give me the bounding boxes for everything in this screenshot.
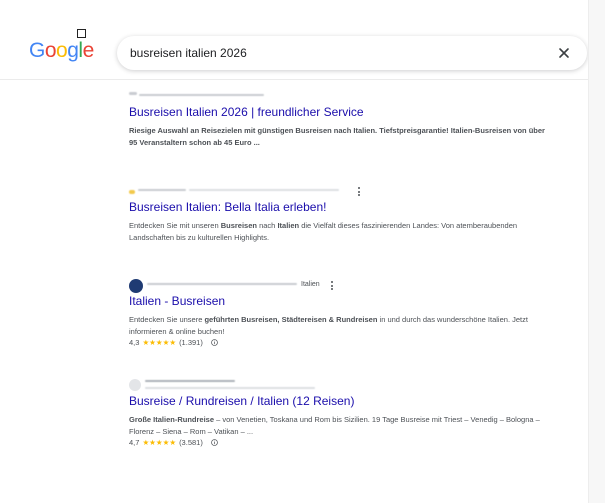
logo-letter: o — [44, 39, 57, 62]
blurred-site-name — [138, 189, 186, 191]
search-result: Italien Italien - Busreisen Entdecken Si… — [129, 278, 549, 347]
search-box[interactable] — [117, 36, 587, 70]
blurred-url — [145, 387, 315, 389]
site-favicon — [129, 379, 141, 391]
snippet-segment: Entdecken Sie mit unseren — [129, 221, 221, 230]
result-title-link[interactable]: Busreise / Rundreisen / Italien (12 Reis… — [129, 394, 549, 409]
result-title-link[interactable]: Italien - Busreisen — [129, 294, 549, 309]
rating-value: 4,3 — [129, 338, 140, 347]
result-snippet: Große Italien-Rundreise – von Venetien, … — [129, 414, 549, 437]
blurred-favicon — [129, 92, 137, 95]
snippet-segment: Große Italien-Rundreise — [129, 415, 215, 424]
result-title-link[interactable]: Busreisen Italien: Bella Italia erleben! — [129, 200, 549, 215]
snippet-segment: Italien — [277, 221, 300, 230]
rating-stars: ★★★★★ — [142, 338, 177, 347]
logo-letter: g — [67, 39, 79, 62]
snippet-segment: Busreisen — [220, 221, 257, 230]
rating-count: (1.391) — [179, 338, 203, 347]
logo-letter: o — [56, 39, 68, 62]
snippet-segment: Entdecken Sie unsere — [129, 315, 205, 324]
kebab-menu-icon[interactable] — [331, 281, 334, 292]
result-source[interactable] — [129, 89, 549, 105]
site-favicon — [129, 279, 143, 293]
result-source[interactable]: Italien — [129, 278, 549, 294]
result-source[interactable] — [129, 378, 549, 394]
blurred-site-name — [145, 380, 235, 382]
rating-stars: ★★★★★ — [142, 438, 177, 447]
kebab-menu-icon[interactable] — [358, 187, 361, 198]
rating-count: (3.581) — [179, 438, 203, 447]
selection-handle[interactable] — [77, 29, 86, 38]
result-snippet: Entdecken Sie mit unseren Busreisen nach… — [129, 220, 549, 243]
rating-row: 4,7 ★★★★★ (3.581) — [129, 438, 549, 447]
blurred-url — [189, 189, 339, 191]
result-snippet: Entdecken Sie unsere geführten Busreisen… — [129, 314, 549, 337]
google-logo[interactable]: Google — [29, 39, 94, 63]
logo-letter: G — [29, 39, 45, 62]
rating-value: 4,7 — [129, 438, 140, 447]
site-breadcrumb: Italien — [301, 281, 320, 288]
rating-row: 4,3 ★★★★★ (1.391) — [129, 338, 549, 347]
search-result: Busreisen Italien: Bella Italia erleben!… — [129, 184, 549, 243]
search-input[interactable] — [130, 44, 530, 62]
result-title-link[interactable]: Busreisen Italien 2026 | freundlicher Se… — [129, 105, 549, 120]
result-snippet: Riesige Auswahl an Reisezielen mit günst… — [129, 125, 549, 148]
scrollbar-track[interactable] — [588, 0, 605, 503]
info-icon[interactable] — [211, 339, 218, 346]
search-result: Busreise / Rundreisen / Italien (12 Reis… — [129, 378, 549, 447]
blurred-favicon — [129, 190, 135, 194]
close-icon[interactable] — [555, 44, 573, 62]
logo-letter: e — [82, 39, 95, 62]
header-divider — [0, 79, 590, 80]
search-result: Busreisen Italien 2026 | freundlicher Se… — [129, 89, 549, 148]
result-source[interactable] — [129, 184, 549, 200]
snippet-segment: nach — [257, 221, 278, 230]
blurred-url — [139, 94, 264, 96]
snippet-segment: Riesige Auswahl an Reisezielen mit günst… — [129, 126, 545, 147]
search-header: Google — [0, 0, 605, 80]
snippet-segment: geführten Busreisen, Städtereisen & Rund… — [204, 315, 378, 324]
blurred-url — [147, 283, 297, 285]
info-icon[interactable] — [211, 439, 218, 446]
